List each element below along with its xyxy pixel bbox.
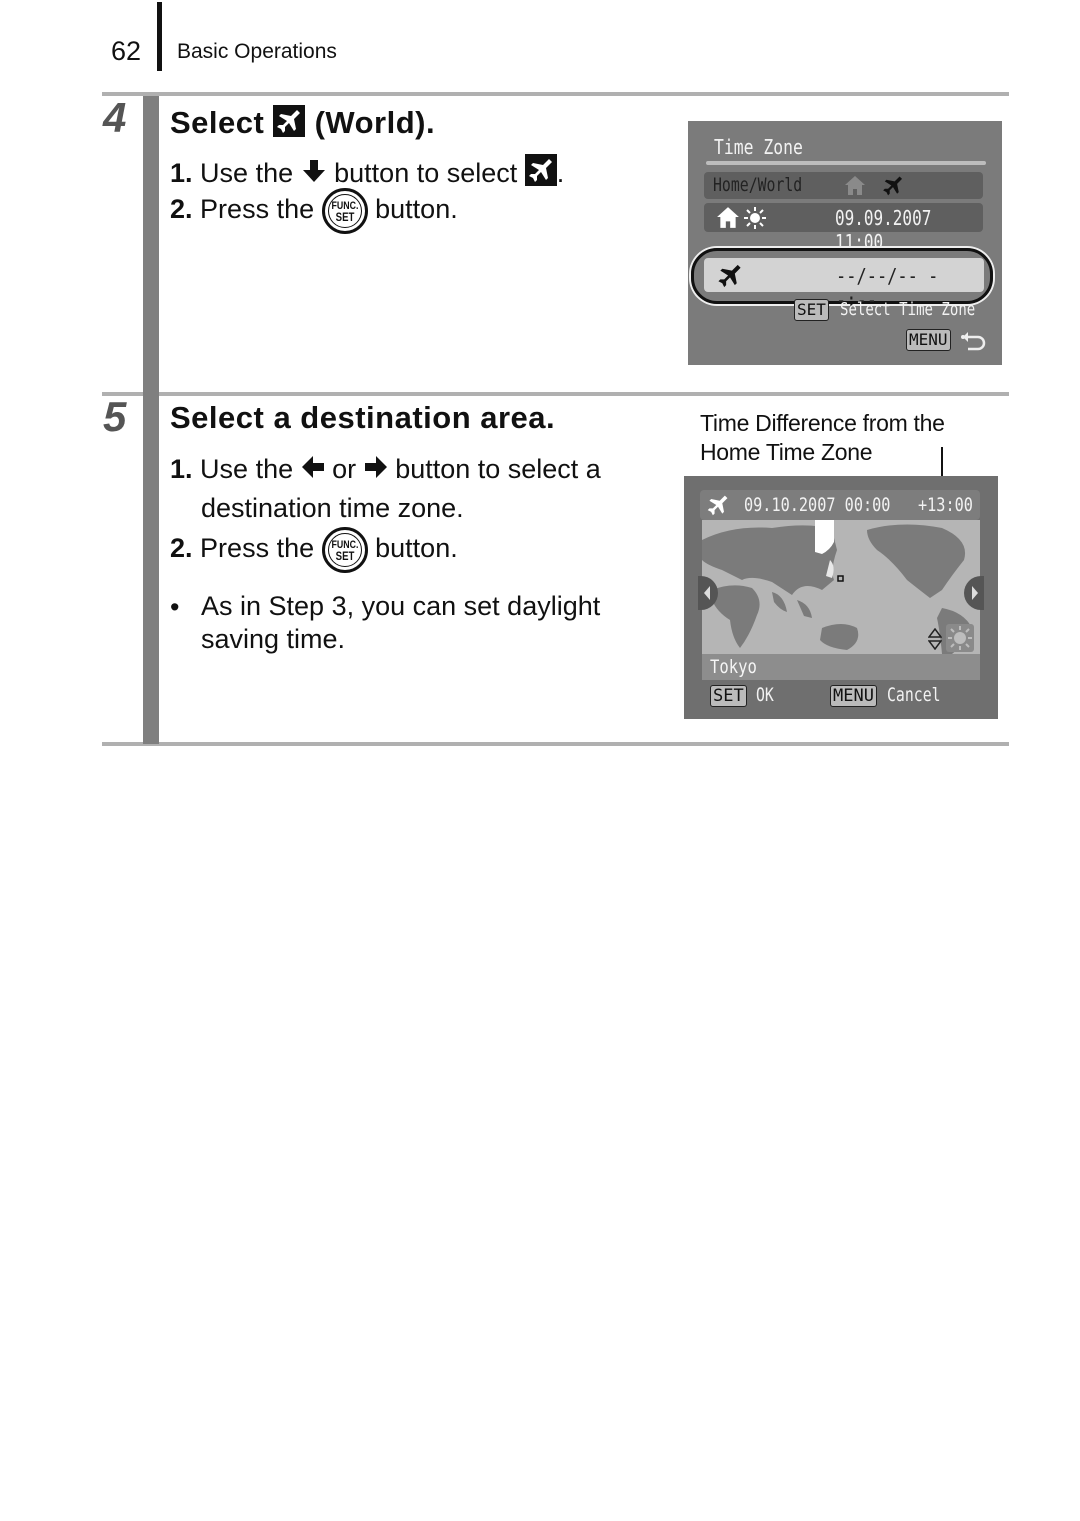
home-icon [717,207,739,228]
world-time-row[interactable]: --/--/-- --:-- [704,258,984,312]
set-hint: SET Select Time Zone [794,299,1013,321]
step-4-item-1: 1. Use the button to select . [170,154,564,190]
step-5-item-1-continued: destination time zone. [201,493,464,523]
step-4-item-2: 2. Press the FUNC. SET button. [170,188,458,234]
right-arrow-icon [364,455,388,486]
item-text: button. [375,194,458,225]
up-down-toggle-icon[interactable] [928,628,942,650]
item-number: 2. [170,533,193,564]
func-set-button-icon: FUNC. SET [321,188,368,234]
set-label: SET [335,210,354,224]
item-text: . [556,158,565,188]
step-5-title: Select a destination area. [170,400,556,435]
item-text: or [332,454,357,484]
header-divider [157,2,162,71]
menu-tag: MENU [906,329,951,351]
home-icon [845,176,865,195]
note-line-1: As in Step 3, you can set daylight [201,591,601,621]
set-label: SET [335,549,354,563]
camera-screen-world-map: 09.10.2007 00:00 +13:00 Tokyo SET OK MEN… [684,476,998,719]
world-plane-icon [524,154,557,186]
step-4-title-suffix: (World). [314,105,436,140]
return-icon [961,331,986,350]
set-tag[interactable]: SET [710,685,747,707]
plane-icon [718,264,741,288]
middle-rule [102,392,1009,396]
item-text: button to select a [395,454,601,484]
step-4-title-prefix: Select [170,105,265,140]
item-text: Press the [200,533,315,564]
home-world-row[interactable]: Home/World [704,172,983,199]
city-bar: Tokyo [702,654,980,680]
world-plane-icon [273,105,306,137]
callout-caption-line-1: Time Difference from the [700,410,945,436]
camera-screen-time-zone: Time Zone Home/World 09.09.2007 11:00 --… [688,121,1002,365]
section-title: Basic Operations [177,40,337,63]
item-text: button to select [334,158,518,188]
item-text: button. [375,533,458,564]
plane-icon [883,176,903,196]
time-difference: +13:00 [918,494,973,516]
step-sidebar-bar [143,96,159,744]
callout-caption-line-2: Home Time Zone [700,439,873,465]
item-text: Press the [200,194,315,225]
menu-back-hint: MENU [906,329,986,351]
set-hint-text: Select Time Zone [839,299,975,320]
func-set-button-icon: FUNC. SET [321,527,368,573]
top-rule [102,92,1009,96]
home-world-label: Home/World [713,174,803,196]
home-datetime: 09.09.2007 11:00 [835,206,932,254]
note-line-2: saving time. [201,624,346,654]
daylight-saving-icon[interactable] [946,624,974,652]
destination-info-bar: 09.10.2007 00:00 +13:00 [700,490,980,520]
ok-hint: SET OK [710,684,779,707]
city-name: Tokyo [710,656,757,678]
item-text: Use the [200,454,294,484]
item-text: Use the [200,158,294,188]
menu-tag[interactable]: MENU [830,685,877,707]
step-5-item-2: 2. Press the FUNC. SET button. [170,527,458,573]
item-number: 2. [170,194,193,225]
set-tag: SET [794,299,829,321]
ok-label: OK [756,684,775,706]
item-number: 1. [170,158,193,188]
bullet: • [170,592,180,622]
daylight-sun-icon [744,207,766,229]
plane-icon [707,495,728,516]
previous-zone-button[interactable] [698,576,718,610]
city-marker [837,575,844,582]
step-4-title: Select (World). [170,105,435,141]
step-number-5: 5 [103,393,127,440]
left-arrow-icon [301,455,325,486]
step-number-4: 4 [103,94,127,141]
screen-title: Time Zone [714,135,803,159]
bottom-rule [102,742,1009,746]
home-time-row[interactable]: 09.09.2007 11:00 [704,203,983,254]
destination-datetime: 09.10.2007 00:00 [744,494,891,516]
item-number: 1. [170,454,193,484]
cancel-label: Cancel [886,684,941,706]
next-zone-button[interactable] [964,576,984,610]
title-underline [706,161,986,165]
down-arrow-icon [301,159,327,190]
cancel-hint: MENU Cancel [830,684,955,707]
step-5-item-1: 1. Use the or button to select a [170,454,601,486]
page-number: 62 [111,36,142,66]
